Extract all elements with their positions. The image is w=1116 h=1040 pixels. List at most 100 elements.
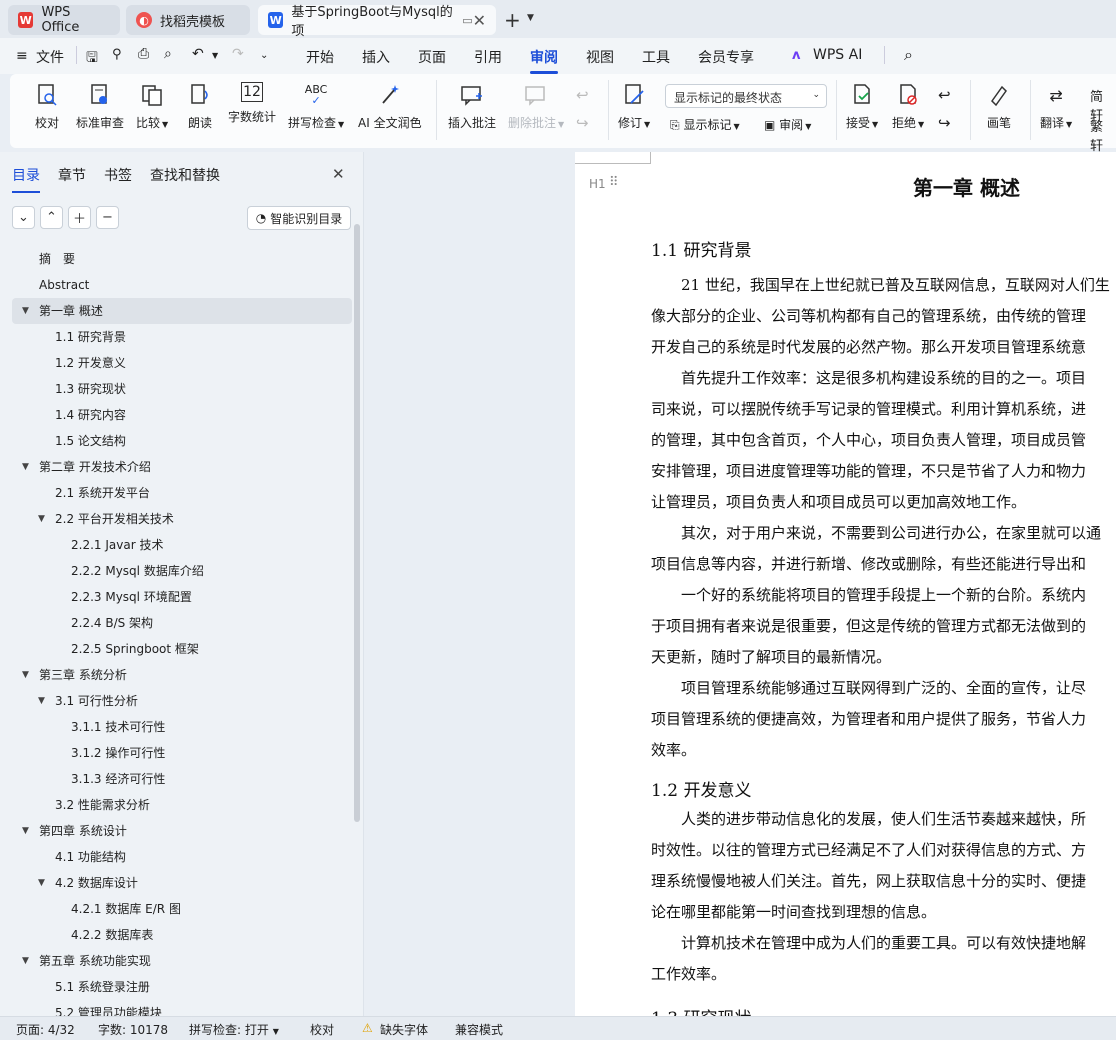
- toc-item[interactable]: 1.2 开发意义: [12, 350, 352, 376]
- proofread-status[interactable]: 校对: [310, 1021, 334, 1038]
- collapse-all-button[interactable]: ⌄: [12, 206, 35, 229]
- toc-item[interactable]: 摘 要: [12, 246, 352, 272]
- menu-insert[interactable]: 插入: [362, 47, 390, 67]
- revise-button[interactable]: 修订 ▼: [618, 82, 650, 131]
- spell-check-status[interactable]: 拼写检查: 打开 ▼: [189, 1021, 279, 1038]
- toc-item[interactable]: 2.2.1 Javar 技术: [12, 532, 352, 558]
- close-tab-icon[interactable]: ✕: [473, 11, 486, 30]
- menu-page[interactable]: 页面: [418, 47, 446, 67]
- toc-item[interactable]: 2.1 系统开发平台: [12, 480, 352, 506]
- toc-item[interactable]: 4.2.1 数据库 E/R 图: [12, 896, 352, 922]
- toc-item[interactable]: 2.2.2 Mysql 数据库介绍: [12, 558, 352, 584]
- tab-bookmarks[interactable]: 书签: [104, 165, 132, 185]
- chevron-down-icon[interactable]: ▼: [527, 13, 534, 23]
- pen-button[interactable]: 画笔: [986, 82, 1012, 131]
- document-page[interactable]: H1 ⠿ 第一章 概述 1.1 研究背景 21 世纪，我国早在上世纪就已普及互联…: [575, 152, 1116, 1016]
- translate-button[interactable]: ⇄ 翻译 ▼: [1040, 82, 1072, 131]
- menu-file[interactable]: 文件: [36, 47, 64, 67]
- hamburger-icon[interactable]: ≡: [16, 48, 28, 64]
- expand-triangle-icon[interactable]: ▼: [22, 298, 29, 324]
- toc-item[interactable]: 2.2.5 Springboot 框架: [12, 636, 352, 662]
- prev-change-icon[interactable]: ↩: [938, 86, 951, 104]
- redo-icon[interactable]: ↷: [232, 46, 244, 62]
- menu-wps-ai[interactable]: WPS AI: [813, 47, 862, 63]
- menu-view[interactable]: 视图: [586, 47, 614, 67]
- word-count-indicator[interactable]: 字数: 10178: [98, 1021, 168, 1038]
- menu-reference[interactable]: 引用: [474, 47, 502, 67]
- toc-item[interactable]: 3.1.3 经济可行性: [12, 766, 352, 792]
- reject-button[interactable]: 拒绝 ▼: [892, 82, 924, 131]
- tab-toc[interactable]: 目录: [12, 165, 40, 193]
- menu-start[interactable]: 开始: [306, 47, 334, 67]
- toc-item[interactable]: 2.2.4 B/S 架构: [12, 610, 352, 636]
- missing-font-status[interactable]: 缺失字体: [380, 1021, 428, 1038]
- toc-item[interactable]: 1.3 研究现状: [12, 376, 352, 402]
- delete-comment-button[interactable]: 删除批注 ▼: [508, 82, 564, 131]
- expand-triangle-icon[interactable]: ▼: [38, 688, 45, 714]
- accept-button[interactable]: 接受 ▼: [846, 82, 878, 131]
- smart-toc-button[interactable]: ◔ 智能识别目录: [247, 206, 351, 230]
- more-chevron-icon[interactable]: ⌄: [260, 50, 268, 61]
- spell-check-button[interactable]: ABC ✓ 拼写检查 ▼: [288, 82, 344, 131]
- toc-item[interactable]: ▼ 4.2 数据库设计: [12, 870, 352, 896]
- menu-member[interactable]: 会员专享: [698, 47, 754, 67]
- undo-dropdown-icon[interactable]: ▼: [212, 51, 218, 60]
- expand-triangle-icon[interactable]: ▼: [22, 454, 29, 480]
- toc-item[interactable]: ▼ 2.2 平台开发相关技术: [12, 506, 352, 532]
- insert-comment-button[interactable]: 插入批注: [448, 82, 496, 131]
- ai-polish-button[interactable]: AI 全文润色: [358, 82, 422, 131]
- proofread-button[interactable]: 校对: [34, 82, 60, 131]
- traditional-convert-button[interactable]: 繁轩: [1090, 116, 1116, 154]
- expand-up-button[interactable]: ⌃: [40, 206, 63, 229]
- expand-triangle-icon[interactable]: ▼: [22, 948, 29, 974]
- print-preview-icon[interactable]: ⌕: [164, 46, 172, 62]
- undo-icon[interactable]: ↶: [192, 46, 204, 62]
- toc-item[interactable]: 1.4 研究内容: [12, 402, 352, 428]
- toc-item[interactable]: ▼ 3.1 可行性分析: [12, 688, 352, 714]
- print-icon[interactable]: ⎙: [138, 46, 149, 62]
- tab-templates[interactable]: ◐ 找稻壳模板: [126, 5, 250, 35]
- toc-item[interactable]: ▼ 第四章 系统设计: [12, 818, 352, 844]
- toc-item[interactable]: 3.1.2 操作可行性: [12, 740, 352, 766]
- show-markup-button[interactable]: ⎘ 显示标记 ▼: [670, 116, 740, 133]
- expand-triangle-icon[interactable]: ▼: [22, 818, 29, 844]
- toc-item[interactable]: 3.1.1 技术可行性: [12, 714, 352, 740]
- tab-sections[interactable]: 章节: [58, 165, 86, 185]
- close-panel-icon[interactable]: ✕: [332, 165, 345, 183]
- word-count-button[interactable]: 12 字数统计: [228, 82, 276, 125]
- toc-item[interactable]: ▼ 第五章 系统功能实现: [12, 948, 352, 974]
- toc-item[interactable]: 4.2.2 数据库表: [12, 922, 352, 948]
- page-indicator[interactable]: 页面: 4/32: [16, 1021, 75, 1038]
- toc-item[interactable]: Abstract: [12, 272, 352, 298]
- expand-triangle-icon[interactable]: ▼: [22, 662, 29, 688]
- compare-button[interactable]: 比较 ▼: [136, 82, 168, 131]
- tab-wps-office[interactable]: W WPS Office: [8, 5, 120, 35]
- toc-item[interactable]: ▼ 第二章 开发技术介绍: [12, 454, 352, 480]
- toc-item[interactable]: 5.1 系统登录注册: [12, 974, 352, 1000]
- toc-item[interactable]: 2.2.3 Mysql 环境配置: [12, 584, 352, 610]
- prev-comment-icon[interactable]: ↩: [576, 86, 589, 104]
- tab-document[interactable]: W 基于SpringBoot与Mysql的项 ▭ ✕: [258, 5, 496, 39]
- add-heading-button[interactable]: ＋: [68, 206, 91, 229]
- menu-review[interactable]: 审阅: [530, 47, 558, 74]
- search-icon[interactable]: ⌕: [904, 45, 913, 65]
- new-tab-icon[interactable]: +: [504, 8, 521, 32]
- review-pane-button[interactable]: ▣ 审阅 ▼: [764, 116, 811, 133]
- next-change-icon[interactable]: ↪: [938, 114, 951, 132]
- toc-item[interactable]: 1.5 论文结构: [12, 428, 352, 454]
- toc-item[interactable]: 1.1 研究背景: [12, 324, 352, 350]
- toc-item[interactable]: ▼ 第一章 概述: [12, 298, 352, 324]
- expand-triangle-icon[interactable]: ▼: [38, 870, 45, 896]
- toc-item[interactable]: 4.1 功能结构: [12, 844, 352, 870]
- toc-item[interactable]: ▼ 第三章 系统分析: [12, 662, 352, 688]
- save-icon[interactable]: 🖫: [86, 47, 98, 71]
- read-aloud-button[interactable]: 朗读: [187, 82, 213, 131]
- standard-review-button[interactable]: 标准审查: [76, 82, 124, 131]
- share-icon[interactable]: ⚲: [112, 47, 122, 62]
- remove-heading-button[interactable]: −: [96, 206, 119, 229]
- next-comment-icon[interactable]: ↪: [576, 114, 589, 132]
- tab-find-replace[interactable]: 查找和替换: [150, 165, 220, 185]
- menu-tools[interactable]: 工具: [642, 47, 670, 67]
- toc-scrollbar[interactable]: [354, 224, 360, 822]
- toc-item[interactable]: 3.2 性能需求分析: [12, 792, 352, 818]
